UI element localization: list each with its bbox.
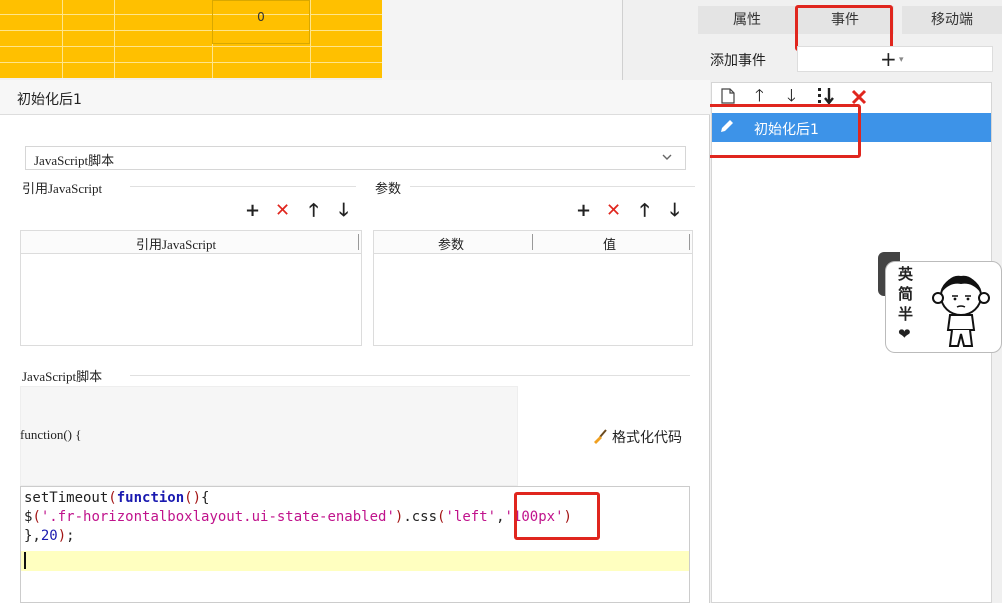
column-divider: [689, 234, 690, 250]
add-param-plus-icon[interactable]: +: [576, 201, 591, 221]
format-code-label: 格式化代码: [612, 430, 682, 446]
add-event-label: 添加事件: [710, 53, 766, 69]
text-caret: [24, 552, 26, 569]
delete-param-icon[interactable]: ✕: [606, 201, 621, 221]
ref-js-table[interactable]: 引用JavaScript: [20, 230, 362, 346]
function-header-box: [20, 386, 518, 486]
param-section-label: 参数: [375, 181, 402, 196]
column-header: 参数: [438, 238, 465, 253]
column-divider: [358, 234, 359, 250]
broom-icon: [594, 429, 607, 444]
dialog-title-bar: [0, 80, 710, 115]
ref-js-section-label: 引用JavaScript: [22, 181, 103, 196]
cell-value[interactable]: 0: [212, 0, 310, 44]
new-doc-icon[interactable]: [719, 87, 737, 105]
cartoon-face-icon: [932, 275, 990, 347]
section-divider: [130, 375, 690, 376]
dialog-title: 初始化后1: [17, 92, 82, 108]
script-type-value: JavaScript脚本: [34, 153, 115, 168]
script-type-select[interactable]: [25, 146, 686, 170]
spreadsheet-grid[interactable]: 0: [0, 0, 382, 78]
tab-properties[interactable]: 属性: [698, 6, 796, 34]
panel-gap: [623, 0, 700, 80]
move-up-param-icon[interactable]: 🡑: [640, 201, 649, 221]
column-divider: [532, 234, 533, 250]
param-table[interactable]: 参数 值: [373, 230, 693, 346]
column-header: 引用JavaScript: [136, 237, 217, 252]
current-line-highlight: [21, 551, 689, 571]
add-event-plus-icon[interactable]: +: [880, 49, 897, 69]
code-line: $('.fr-horizontalboxlayout.ui-state-enab…: [24, 509, 572, 525]
code-line: },20);: [24, 528, 75, 544]
column-header: 值: [603, 238, 617, 253]
format-code-button[interactable]: 格式化代码: [592, 427, 682, 447]
table-header: 参数 值: [374, 231, 692, 254]
arrow-up-icon[interactable]: 🡑: [755, 86, 764, 106]
script-section-label: JavaScript脚本: [22, 369, 103, 384]
function-header: function() {: [20, 427, 82, 442]
tab-mobile[interactable]: 移动端: [902, 6, 1002, 34]
annotation-box: [514, 492, 600, 540]
table-header: 引用JavaScript: [21, 231, 361, 254]
chevron-down-icon[interactable]: [660, 150, 674, 164]
ime-sticker-text: 英简半❤: [898, 265, 914, 343]
add-ref-plus-icon[interactable]: +: [245, 201, 260, 221]
move-down-param-icon[interactable]: 🡓: [670, 201, 679, 221]
canvas-background: [382, 0, 622, 80]
chevron-down-icon[interactable]: ▾: [899, 55, 904, 65]
annotation-box: [702, 104, 861, 158]
code-line: setTimeout(function(){: [24, 490, 210, 506]
section-divider: [410, 186, 695, 187]
sort-down-icon[interactable]: [815, 86, 837, 106]
section-divider: [130, 186, 356, 187]
annotation-box: [795, 5, 893, 51]
delete-ref-icon[interactable]: ✕: [275, 201, 290, 221]
arrow-down-icon[interactable]: 🡓: [787, 86, 796, 106]
move-up-ref-icon[interactable]: 🡑: [309, 201, 318, 221]
move-down-ref-icon[interactable]: 🡓: [339, 201, 348, 221]
